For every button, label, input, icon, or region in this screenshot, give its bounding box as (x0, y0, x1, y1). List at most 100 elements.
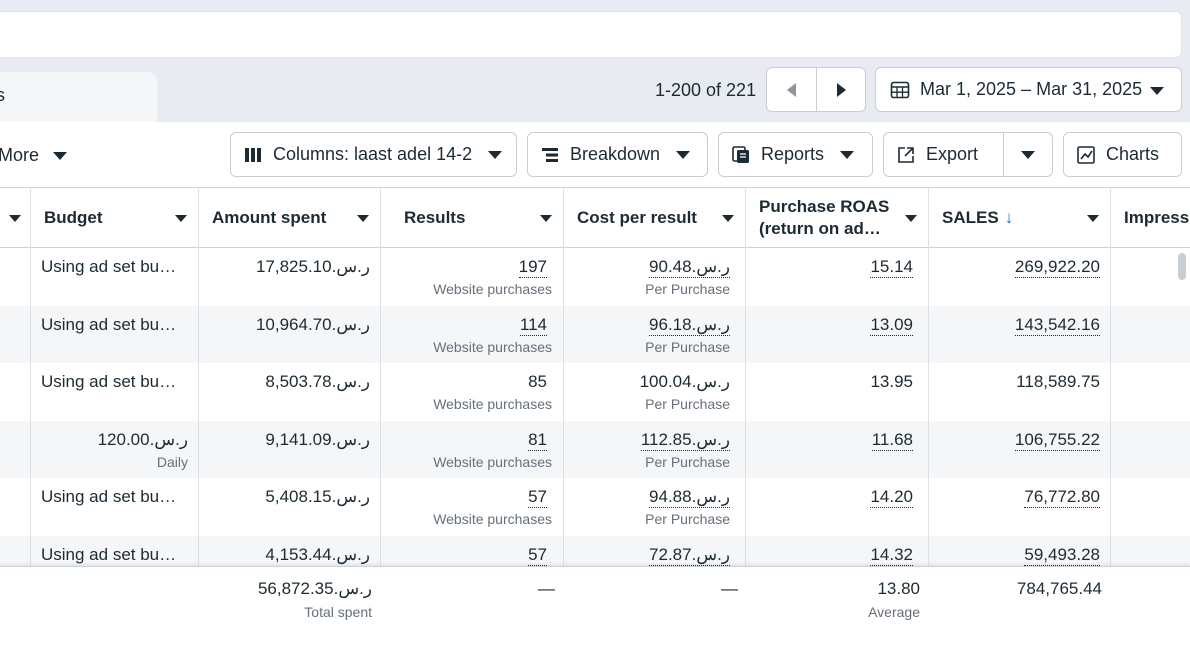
chevron-down-icon (53, 151, 68, 160)
cost-per-result-type: Per Purchase (645, 281, 730, 297)
column-header-cost-per-result[interactable]: Cost per result (564, 187, 746, 248)
budget-cell: 120.00.ر.س (97, 429, 188, 449)
chevron-down-icon (357, 215, 369, 222)
average-label: Average (868, 604, 920, 620)
campaigns-tab[interactable]: s (0, 72, 157, 124)
chevron-left-icon (787, 82, 796, 97)
tab-label: s (0, 85, 5, 105)
results-type: Website purchases (433, 511, 552, 527)
ads-table: Budget Amount spent Results Cost per res… (0, 187, 1190, 658)
chevron-down-icon (488, 150, 503, 159)
cost-per-result-type: Per Purchase (645, 511, 730, 527)
purchase-roas-cell[interactable]: 14.32 (870, 545, 913, 566)
total-sales: 784,765.44 (1016, 579, 1102, 598)
columns-icon (245, 147, 261, 162)
columns-label: Columns: laast adel 14-2 (273, 144, 473, 164)
header-label: (return on ad… (759, 218, 881, 238)
amount-spent-cell: 9,141.09.ر.س (265, 429, 370, 449)
purchase-roas-cell[interactable]: 13.95 (870, 372, 913, 392)
cost-per-result-type: Per Purchase (645, 338, 730, 355)
more-dropdown[interactable]: More (0, 145, 68, 166)
sales-cell[interactable]: 269,922.20 (1014, 257, 1100, 278)
total-amount-spent: 56,872.35.ر.س (257, 579, 372, 598)
cost-per-result-cell[interactable]: 96.18.ر.س (649, 315, 730, 336)
next-page-button[interactable] (816, 67, 866, 112)
results-type: Website purchases (433, 281, 552, 297)
results-cell[interactable]: 81 (528, 430, 547, 451)
reports-label: Reports (761, 144, 825, 164)
column-header-sales[interactable]: SALES ↓ (929, 187, 1111, 248)
results-cell[interactable]: 85 (528, 372, 547, 392)
table-row[interactable]: Using ad set bu… 8,503.78.ر.س 85 Website pu… (0, 363, 1190, 420)
purchase-roas-cell[interactable]: 11.68 (871, 430, 913, 451)
cost-per-result-cell[interactable]: 72.87.ر.س (649, 545, 730, 566)
header-label: Amount spent (212, 207, 327, 227)
more-label: More (0, 145, 40, 165)
breakdown-button[interactable]: Breakdown (527, 132, 708, 177)
header-label: Budget (44, 207, 103, 227)
sales-cell[interactable]: 143,542.16 (1014, 315, 1100, 336)
cost-per-result-cell[interactable]: 100.04.ر.س (640, 372, 730, 392)
export-label: Export (926, 144, 979, 164)
cost-per-result-type: Per Purchase (645, 453, 730, 470)
table-row[interactable]: Using ad set bu… 10,964.70.ر.س 114 Website … (0, 305, 1190, 363)
reports-icon (732, 145, 749, 163)
budget-cell: Using ad set bu… (41, 257, 177, 276)
results-cell[interactable]: 197 (518, 257, 547, 278)
sales-cell[interactable]: 118,589.75 (1016, 372, 1100, 392)
chevron-down-icon (1150, 87, 1164, 95)
total-cost-per-result: — (721, 579, 738, 598)
budget-cell: Using ad set bu… (41, 487, 177, 506)
date-range-picker[interactable]: Mar 1, 2025 – Mar 31, 2025 (875, 67, 1182, 112)
export-button[interactable]: Export (883, 132, 1004, 177)
purchase-roas-cell[interactable]: 13.09 (870, 315, 913, 336)
chevron-down-icon (676, 150, 691, 159)
column-header-purchase-roas[interactable]: Purchase ROAS (return on ad… (746, 187, 929, 248)
sales-cell[interactable]: 59,493.28 (1024, 545, 1100, 566)
table-row[interactable]: Using ad set bu… 17,825.10.ر.س 197 Website … (0, 248, 1190, 305)
amount-spent-cell: 17,825.10.ر.س (255, 257, 370, 276)
breakdown-label: Breakdown (570, 144, 661, 164)
average-purchase-roas: 13.80 (877, 579, 920, 598)
column-header-amount-spent[interactable]: Amount spent (199, 187, 381, 248)
totals-row: 56,872.35.ر.س Total spent — — 13.80 Aver… (0, 566, 1190, 658)
header-label: Purchase ROAS (759, 196, 890, 216)
table-row[interactable]: Using ad set bu… 5,408.15.ر.س 57 Website pu… (0, 478, 1190, 535)
header-label: Results (404, 207, 466, 227)
sales-cell[interactable]: 106,755.22 (1014, 430, 1100, 451)
chevron-down-icon (540, 215, 552, 222)
results-cell[interactable]: 57 (528, 545, 547, 566)
purchase-roas-cell[interactable]: 15.14 (870, 257, 913, 278)
charts-label: Charts (1106, 144, 1160, 164)
cost-per-result-cell[interactable]: 94.88.ر.س (649, 487, 730, 508)
results-type: Website purchases (433, 338, 552, 355)
vertical-scrollbar[interactable] (1178, 253, 1186, 280)
chart-icon (1077, 145, 1095, 164)
previous-page-button[interactable] (766, 67, 817, 112)
budget-cell: Using ad set bu… (41, 314, 177, 334)
chevron-down-icon (9, 215, 21, 222)
cost-per-result-cell[interactable]: 112.85.ر.س (640, 430, 730, 451)
column-header-results[interactable]: Results (381, 187, 564, 248)
amount-spent-cell: 4,153.44.ر.س (265, 544, 370, 564)
budget-cell: Using ad set bu… (41, 372, 177, 391)
sales-cell[interactable]: 76,772.80 (1024, 487, 1100, 508)
results-cell[interactable]: 114 (519, 315, 547, 336)
column-header-impressions[interactable]: Impressi (1111, 187, 1190, 248)
results-cell[interactable]: 57 (528, 487, 547, 508)
purchase-roas-cell[interactable]: 14.20 (870, 487, 913, 508)
chevron-down-icon (175, 215, 187, 222)
cost-per-result-cell[interactable]: 90.48.ر.س (649, 257, 730, 278)
amount-spent-cell: 5,408.15.ر.س (265, 487, 370, 506)
column-header-collapsed[interactable] (0, 187, 31, 248)
pagination-range: 1-200 of 221 (655, 80, 757, 100)
columns-button[interactable]: Columns: laast adel 14-2 (230, 132, 517, 177)
search-bar[interactable] (0, 11, 1182, 58)
table-row[interactable]: 120.00.ر.س Daily 9,141.09.ر.س 81 Website pur… (0, 420, 1190, 478)
chevron-down-icon (722, 215, 734, 222)
charts-button[interactable]: Charts (1063, 132, 1182, 177)
export-options-button[interactable] (1003, 132, 1053, 177)
reports-button[interactable]: Reports (718, 132, 873, 177)
chevron-down-icon (1021, 150, 1035, 159)
column-header-budget[interactable]: Budget (31, 187, 199, 248)
